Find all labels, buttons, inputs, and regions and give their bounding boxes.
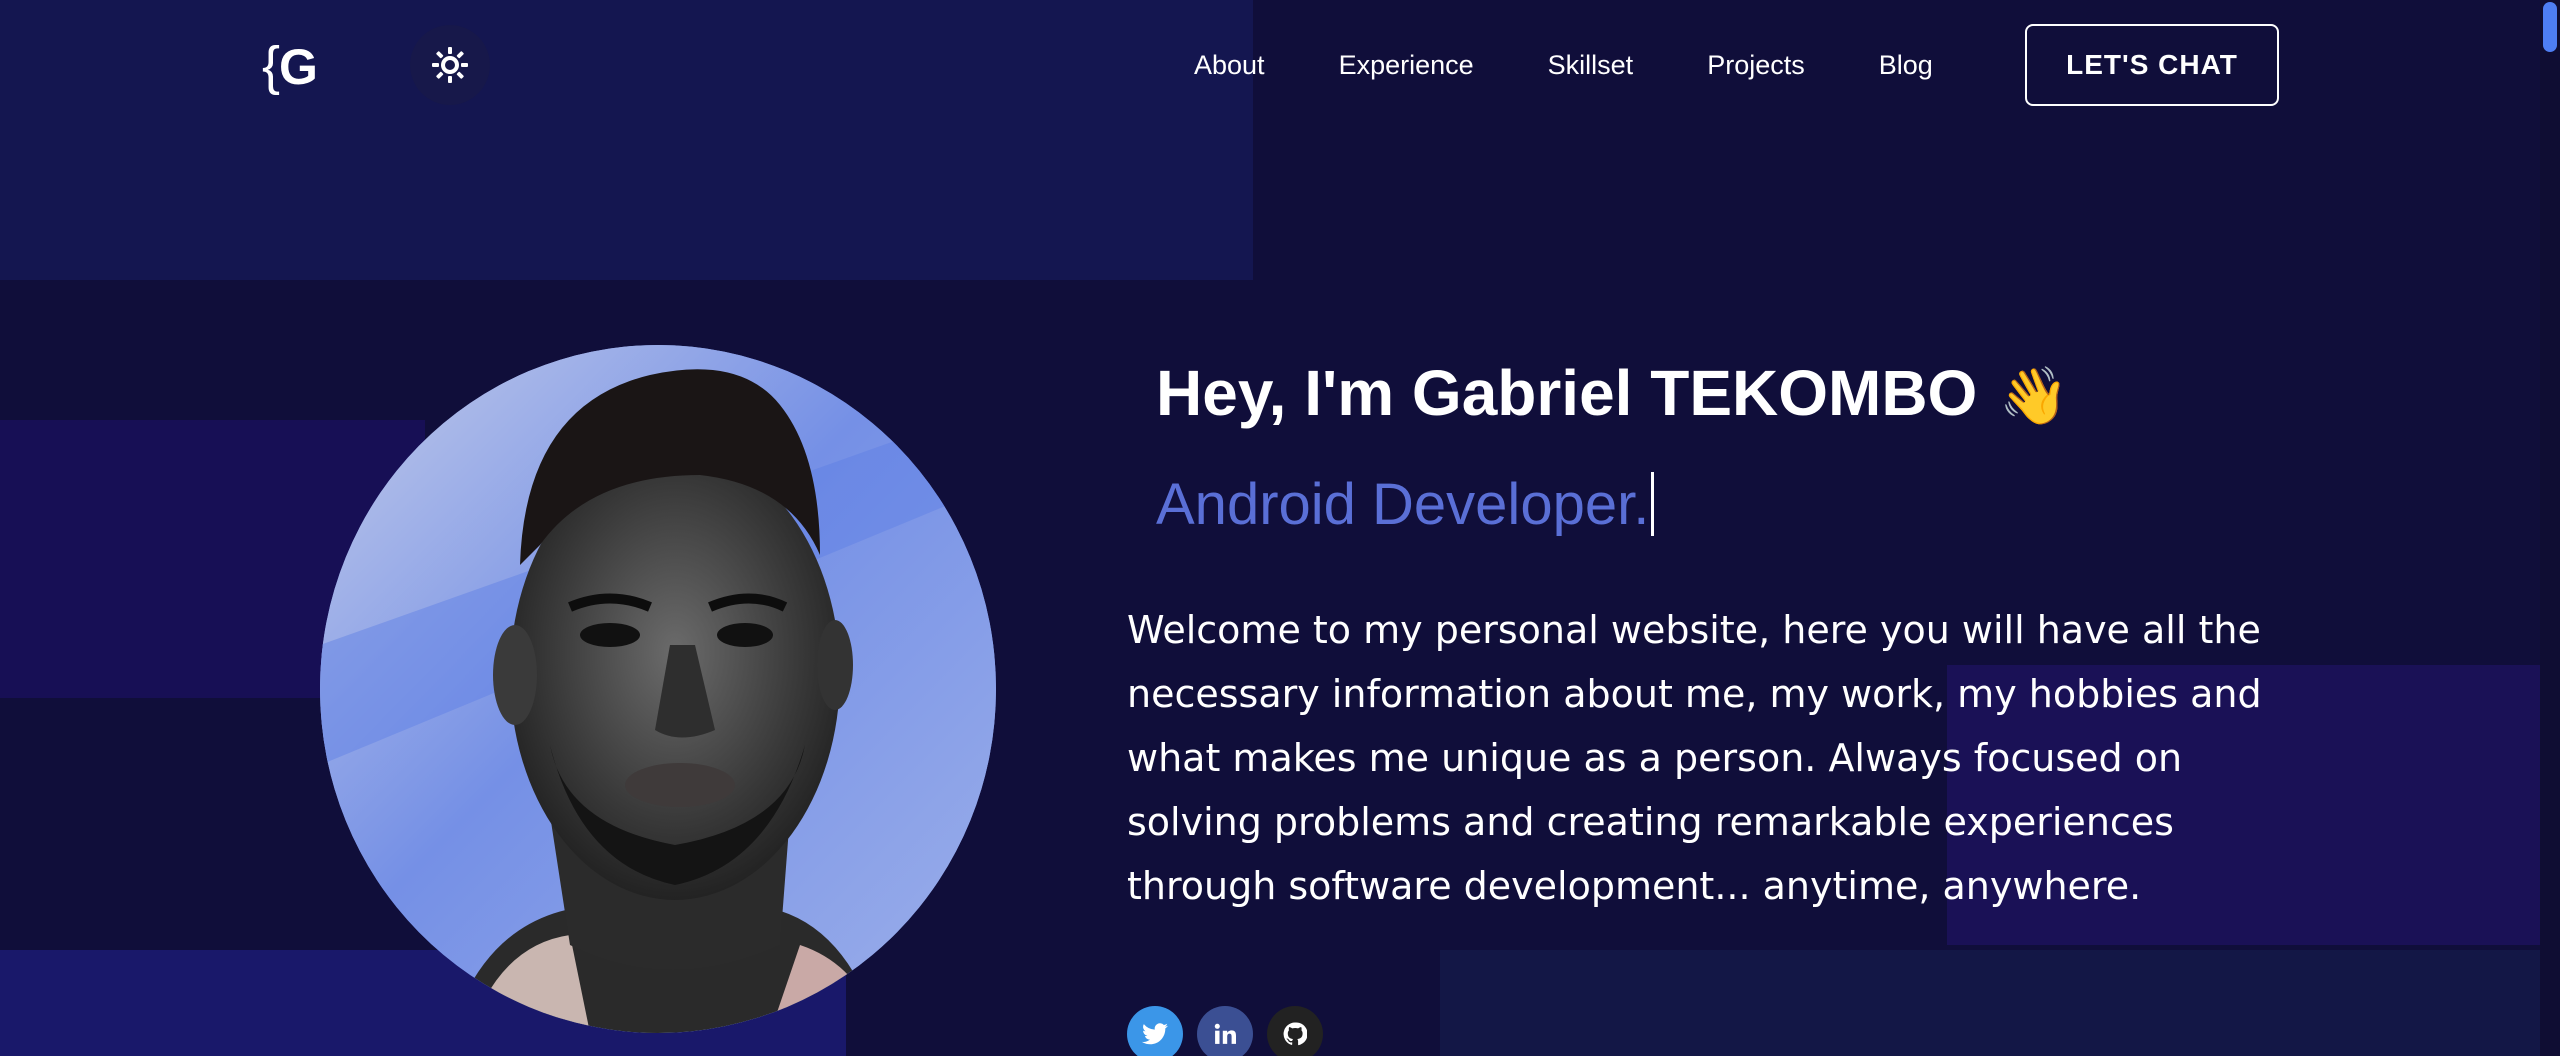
github-link[interactable]	[1267, 1006, 1323, 1056]
scrollbar[interactable]	[2540, 0, 2560, 1056]
greeting-text: Hey, I'm Gabriel TEKOMBO	[1156, 357, 1978, 429]
hero-description: Welcome to my personal website, here you…	[1127, 608, 2262, 908]
theme-toggle-button[interactable]	[410, 25, 490, 105]
nav-blog[interactable]: Blog	[1879, 48, 1933, 82]
nav-projects[interactable]: Projects	[1707, 48, 1805, 82]
page: {G About Experience Skillset Projects Bl…	[0, 0, 2560, 1056]
linkedin-link[interactable]	[1197, 1006, 1253, 1056]
logo-letter: G	[279, 39, 318, 95]
nav-experience[interactable]: Experience	[1339, 48, 1474, 82]
wave-icon: 👋	[1999, 364, 2070, 427]
profile-photo	[320, 345, 996, 1033]
hero-role: Android Developer.	[1156, 470, 1655, 540]
lets-chat-button[interactable]: LET'S CHAT	[2025, 24, 2279, 106]
nav-skillset[interactable]: Skillset	[1548, 48, 1634, 82]
twitter-link[interactable]	[1127, 1006, 1183, 1056]
background-block	[1440, 950, 2540, 1056]
sun-icon	[432, 47, 468, 83]
nav-about[interactable]: About	[1194, 48, 1265, 82]
hero-title: Hey, I'm Gabriel TEKOMBO 👋	[1156, 356, 2069, 433]
role-text: Android Developer.	[1156, 472, 1650, 537]
logo-brace: {	[262, 36, 280, 96]
main-nav: About Experience Skillset Projects Blog	[1194, 48, 1933, 82]
social-links	[1127, 1006, 1323, 1056]
portrait-illustration	[320, 345, 996, 1033]
typing-caret	[1651, 472, 1655, 536]
linkedin-icon	[1214, 1023, 1236, 1044]
scrollbar-thumb[interactable]	[2543, 2, 2557, 52]
github-icon	[1283, 1022, 1307, 1046]
site-logo[interactable]: {G	[262, 36, 318, 96]
background-block	[0, 0, 1253, 280]
twitter-icon	[1142, 1023, 1168, 1045]
